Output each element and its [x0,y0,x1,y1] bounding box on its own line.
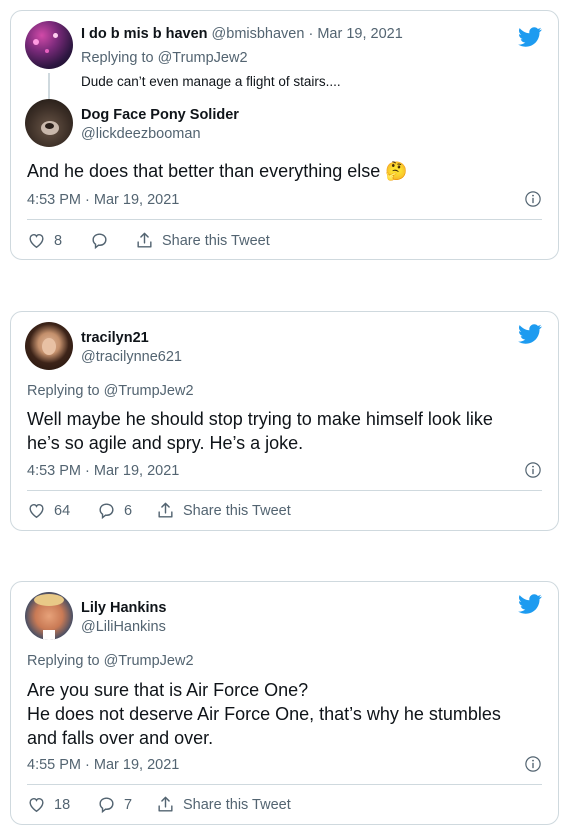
share-icon [156,501,175,520]
author-handle[interactable]: @tracilynne621 [81,349,182,365]
like-button[interactable]: 64 [27,501,70,520]
like-button[interactable]: 8 [27,231,62,250]
tweet-card-1[interactable]: I do b mis b haven @bmisbhaven · Mar 19,… [10,10,559,260]
reply-button[interactable]: 7 [97,795,132,814]
parent-author-name[interactable]: I do b mis b haven [81,26,208,42]
heart-icon [27,231,46,250]
author-handle[interactable]: @LiliHankins [81,619,166,635]
twitter-bird-icon[interactable] [518,592,542,616]
tweet-card-3[interactable]: Lily Hankins @LiliHankins Replying to @T… [10,581,559,825]
action-bar: 64 6 Share this Tweet [27,501,537,521]
share-button[interactable]: Share this Tweet [156,795,291,814]
action-bar: 8 Share this Tweet [27,231,537,251]
replying-label: Replying to [27,653,100,669]
divider [27,219,542,220]
share-label: Share this Tweet [183,796,291,813]
avatar-tracilyn21[interactable] [25,322,73,370]
share-icon [135,231,154,250]
tweet-timestamp[interactable]: 4:53 PM · Mar 19, 2021 [27,192,179,208]
like-count: 18 [54,796,71,813]
like-count: 64 [54,502,71,519]
author-name[interactable]: Lily Hankins [81,600,166,616]
twitter-bird-icon[interactable] [518,322,542,346]
avatar-parent[interactable] [25,21,73,69]
replying-label: Replying to [81,50,154,66]
tweet-timestamp[interactable]: 4:55 PM · Mar 19, 2021 [27,757,179,773]
reply-bubble-icon [90,231,109,250]
share-button[interactable]: Share this Tweet [156,501,291,520]
tweet-text: Well maybe he should stop trying to make… [27,409,493,453]
replying-mention[interactable]: @TrumpJew2 [104,383,194,399]
author-name[interactable]: Dog Face Pony Solider [81,107,239,123]
reply-bubble-icon [97,795,116,814]
tweet-timestamp[interactable]: 4:53 PM · Mar 19, 2021 [27,463,179,479]
avatar-dog-face-pony-solider[interactable] [25,99,73,147]
reply-button[interactable] [90,231,117,250]
twitter-bird-icon[interactable] [518,25,542,49]
reply-button[interactable]: 6 [97,501,132,520]
share-button[interactable]: Share this Tweet [135,231,270,250]
parent-replying-to: Replying to @TrumpJew2 [81,50,248,66]
like-count: 8 [54,232,63,249]
info-icon[interactable] [524,461,542,479]
replying-to: Replying to @TrumpJew2 [27,653,194,669]
share-icon [156,795,175,814]
tweet-text: Are you sure that is Air Force One? He d… [27,680,501,748]
heart-icon [27,795,46,814]
author-name[interactable]: tracilyn21 [81,330,149,346]
separator: · [308,26,314,42]
avatar-lily-hankins[interactable] [25,592,73,640]
share-label: Share this Tweet [183,502,291,519]
replying-mention[interactable]: @TrumpJew2 [104,653,194,669]
parent-tweet-text: Dude can’t even manage a flight of stair… [81,74,341,89]
tweet-text: And he does that better than everything … [27,161,408,181]
heart-icon [27,501,46,520]
like-button[interactable]: 18 [27,795,70,814]
reply-bubble-icon [97,501,116,520]
replying-to: Replying to @TrumpJew2 [27,383,194,399]
reply-count: 7 [124,796,133,813]
info-icon[interactable] [524,755,542,773]
parent-header: I do b mis b haven @bmisbhaven · Mar 19,… [81,26,403,42]
info-icon[interactable] [524,190,542,208]
share-label: Share this Tweet [162,232,270,249]
replying-mention[interactable]: @TrumpJew2 [158,50,248,66]
divider [27,490,542,491]
parent-author-handle[interactable]: @bmisbhaven [212,26,305,42]
action-bar: 18 7 Share this Tweet [27,795,537,815]
replying-label: Replying to [27,383,100,399]
tweet-card-2[interactable]: tracilyn21 @tracilynne621 Replying to @T… [10,311,559,531]
divider [27,784,542,785]
reply-count: 6 [124,502,133,519]
author-handle[interactable]: @lickdeezbooman [81,126,201,142]
parent-date[interactable]: Mar 19, 2021 [317,26,402,42]
